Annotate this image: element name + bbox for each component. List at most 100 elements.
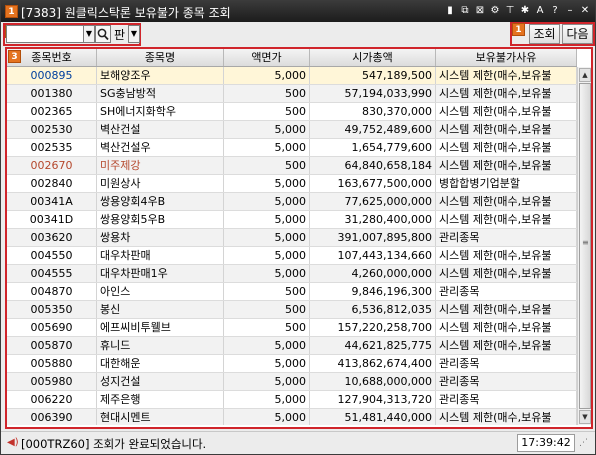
cell-market-cap: 57,194,033,990 xyxy=(310,85,436,102)
grip-icon: ≡ xyxy=(582,238,589,247)
cell-name: 에프씨비투웰브 xyxy=(97,319,224,336)
table-row[interactable]: 002365 SH에너지화학우 500 830,370,000 시스템 제한(매수,보유… xyxy=(7,103,577,121)
cell-name: 대한해운 xyxy=(97,355,224,372)
minimize-icon[interactable]: – xyxy=(564,4,576,17)
cell-market-cap: 51,481,440,000 xyxy=(310,409,436,425)
scroll-thumb[interactable]: ≡ xyxy=(579,83,591,409)
cell-code: 00341D xyxy=(7,211,97,228)
table-row[interactable]: 004550 대우차판매 5,000 107,443,134,660 시스템 제한(매수… xyxy=(7,247,577,265)
table-row[interactable]: 00341D 쌍용양회5우B 5,000 31,280,400,000 시스템 제한(매… xyxy=(7,211,577,229)
table-row[interactable]: 00341A 쌍용양회4우B 5,000 77,625,000,000 시스템 제한(매… xyxy=(7,193,577,211)
search-icon xyxy=(97,28,109,41)
cell-name: 현대시멘트 xyxy=(97,409,224,425)
cell-face-value: 500 xyxy=(224,85,310,102)
search-button[interactable] xyxy=(95,25,111,43)
cell-reason: 시스템 제한(매수,보유불 xyxy=(436,121,577,138)
cell-market-cap: 107,443,134,660 xyxy=(310,247,436,264)
cell-code: 004550 xyxy=(7,247,97,264)
cell-name: 대우차판매1우 xyxy=(97,265,224,282)
table-row[interactable]: 005980 성지건설 5,000 10,688,000,000 관리종목 xyxy=(7,373,577,391)
header-market-cap[interactable]: 시가총액 xyxy=(310,49,436,66)
cell-code: 002840 xyxy=(7,175,97,192)
cell-face-value: 500 xyxy=(224,103,310,120)
help-icon[interactable]: ? xyxy=(549,4,561,17)
copy-icon[interactable]: ⧉ xyxy=(459,4,471,17)
card-icon[interactable]: ▮ xyxy=(444,4,456,17)
cell-face-value: 5,000 xyxy=(224,193,310,210)
cell-market-cap: 1,654,779,600 xyxy=(310,139,436,156)
cell-name: 대우차판매 xyxy=(97,247,224,264)
table-row[interactable]: 000895 보해양조우 5,000 547,189,500 시스템 제한(매수,보유불 xyxy=(7,67,577,85)
table-row[interactable]: 002530 벽산건설 5,000 49,752,489,600 시스템 제한(매수,보… xyxy=(7,121,577,139)
grid-icon[interactable]: ⊠ xyxy=(474,4,486,17)
status-message: [000TRZ60] 조회가 완료되었습니다. xyxy=(21,437,207,451)
table-row[interactable]: 006390 현대시멘트 5,000 51,481,440,000 시스템 제한(매수,… xyxy=(7,409,577,425)
cell-code: 003620 xyxy=(7,229,97,246)
cell-code: 001380 xyxy=(7,85,97,102)
table-row[interactable]: 002670 미주제강 500 64,840,658,184 시스템 제한(매수,보유불 xyxy=(7,157,577,175)
clock-display: 17:39:42 xyxy=(517,434,575,452)
scroll-up-arrow[interactable]: ▲ xyxy=(579,68,591,82)
cell-name: 벽산건설우 xyxy=(97,139,224,156)
cell-code: 00341A xyxy=(7,193,97,210)
cell-name: 쌍용차 xyxy=(97,229,224,246)
table-row[interactable]: 005880 대한해운 5,000 413,862,674,400 관리종목 xyxy=(7,355,577,373)
cell-face-value: 5,000 xyxy=(224,139,310,156)
cell-market-cap: 127,904,313,720 xyxy=(310,391,436,408)
next-button[interactable]: 다음 xyxy=(562,24,593,44)
table-row[interactable]: 005690 에프씨비투웰브 500 157,220,258,700 시스템 제한(매수… xyxy=(7,319,577,337)
table-row[interactable]: 002535 벽산건설우 5,000 1,654,779,600 시스템 제한(매수,보… xyxy=(7,139,577,157)
table-row[interactable]: 005350 봉신 500 6,536,812,035 시스템 제한(매수,보유불 xyxy=(7,301,577,319)
cell-market-cap: 31,280,400,000 xyxy=(310,211,436,228)
scroll-down-arrow[interactable]: ▼ xyxy=(579,410,591,424)
query-button[interactable]: 조회 xyxy=(529,24,560,44)
cell-reason: 시스템 제한(매수,보유불 xyxy=(436,409,577,425)
code-dropdown-button[interactable]: ▼ xyxy=(83,25,95,43)
cell-market-cap: 77,625,000,000 xyxy=(310,193,436,210)
table-row[interactable]: 002840 미원상사 5,000 163,677,500,000 병합합병기업분할 xyxy=(7,175,577,193)
tools-icon[interactable]: ✱ xyxy=(519,4,531,17)
header-reason[interactable]: 보유불가사유 xyxy=(436,49,577,66)
font-size-icon[interactable]: A xyxy=(534,4,546,17)
table-row[interactable]: 004870 아인스 500 9,846,196,300 관리종목 xyxy=(7,283,577,301)
stock-code-input[interactable] xyxy=(6,25,84,43)
pin-icon[interactable]: ⊤ xyxy=(504,4,516,17)
table-row[interactable]: 003620 쌍용차 5,000 391,007,895,800 관리종목 xyxy=(7,229,577,247)
cell-face-value: 5,000 xyxy=(224,391,310,408)
close-icon[interactable]: ✕ xyxy=(579,4,591,17)
table-row[interactable]: 001380 SG충남방적 500 57,194,033,990 시스템 제한(매수,보… xyxy=(7,85,577,103)
grid-body: 000895 보해양조우 5,000 547,189,500 시스템 제한(매수,보유불… xyxy=(7,67,577,425)
cell-code: 005880 xyxy=(7,355,97,372)
cell-reason: 시스템 제한(매수,보유불 xyxy=(436,337,577,354)
cell-name: 미주제강 xyxy=(97,157,224,174)
status-bar: ◀) [000TRZ60] 조회가 완료되었습니다. 17:39:42 ⋰ xyxy=(1,431,595,454)
action-group-badge: 1 xyxy=(512,23,525,36)
cell-reason: 시스템 제한(매수,보유불 xyxy=(436,247,577,264)
cell-reason: 시스템 제한(매수,보유불 xyxy=(436,103,577,120)
cell-market-cap: 547,189,500 xyxy=(310,67,436,84)
table-row[interactable]: 005870 휴니드 5,000 44,621,825,775 시스템 제한(매수,보유… xyxy=(7,337,577,355)
table-row[interactable]: 006220 제주은행 5,000 127,904,313,720 관리종목 xyxy=(7,391,577,409)
header-name[interactable]: 종목명 xyxy=(97,49,224,66)
cell-face-value: 5,000 xyxy=(224,229,310,246)
cell-code: 006390 xyxy=(7,409,97,425)
market-dropdown-button[interactable]: ▼ xyxy=(128,25,140,43)
cell-reason: 시스템 제한(매수,보유불 xyxy=(436,319,577,336)
cell-name: 아인스 xyxy=(97,283,224,300)
header-face-value[interactable]: 액면가 xyxy=(224,49,310,66)
cell-reason: 시스템 제한(매수,보유불 xyxy=(436,67,577,84)
settings-icon[interactable]: ⚙ xyxy=(489,4,501,17)
speaker-icon[interactable]: ◀) xyxy=(7,437,19,449)
cell-face-value: 500 xyxy=(224,157,310,174)
cell-face-value: 500 xyxy=(224,283,310,300)
cell-reason: 병합합병기업분할 xyxy=(436,175,577,192)
cell-name: 미원상사 xyxy=(97,175,224,192)
cell-reason: 시스템 제한(매수,보유불 xyxy=(436,139,577,156)
title-bar[interactable]: 1 [7383] 원클릭스탁론 보유불가 종목 조회 ▮ ⧉ ⊠ ⚙ ⊤ ✱ A… xyxy=(1,1,595,22)
cell-reason: 관리종목 xyxy=(436,229,577,246)
vertical-scrollbar[interactable]: ▲ ≡ ▼ xyxy=(577,67,591,425)
grid-badge: 3 xyxy=(8,50,21,63)
table-row[interactable]: 004555 대우차판매1우 5,000 4,260,000,000 시스템 제한(매수… xyxy=(7,265,577,283)
cell-face-value: 5,000 xyxy=(224,409,310,425)
resize-grip-icon[interactable]: ⋰ xyxy=(579,438,591,450)
